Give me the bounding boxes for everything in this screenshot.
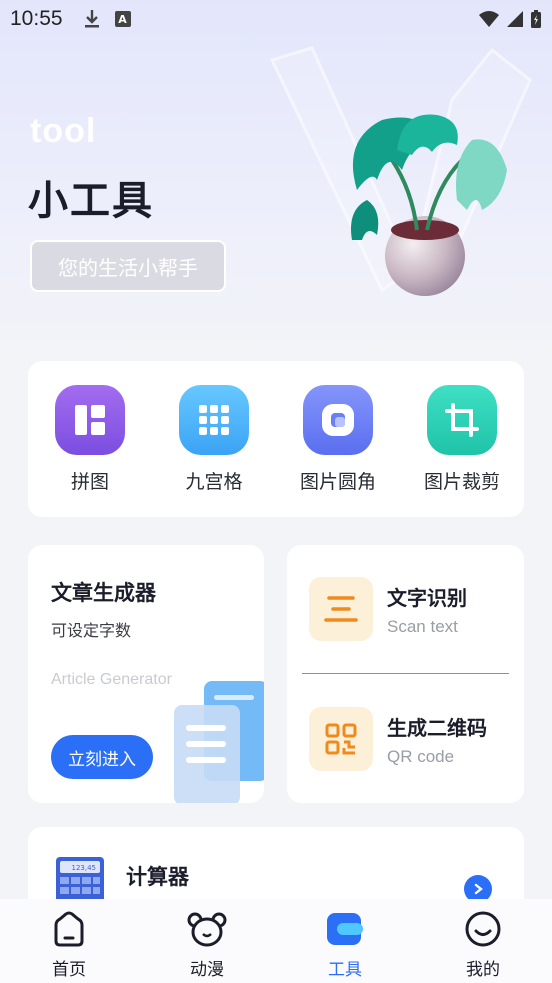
signal-icon xyxy=(507,11,523,27)
qr-subtitle: QR code xyxy=(387,746,455,766)
tool-collage[interactable]: 拼图 xyxy=(35,385,145,517)
battery-icon xyxy=(531,10,541,28)
plant-illustration xyxy=(269,46,532,296)
nav-label: 动漫 xyxy=(190,960,224,980)
grid-nine-icon xyxy=(179,385,249,455)
qr-code-icon xyxy=(309,707,373,771)
tool-rounded-corner[interactable]: 图片圆角 xyxy=(283,385,393,517)
accessibility-a-icon: A xyxy=(114,11,131,27)
wifi-icon xyxy=(479,11,499,27)
tool-crop[interactable]: 图片裁剪 xyxy=(407,385,517,517)
slogan-badge: 您的生活小帮手 xyxy=(30,240,226,292)
bear-icon xyxy=(187,909,227,949)
download-icon xyxy=(83,9,101,29)
bottom-nav: 首页 动漫 工具 我的 xyxy=(0,899,552,983)
status-bar: 10:55 A xyxy=(0,0,552,38)
rounded-corner-icon xyxy=(303,385,373,455)
qr-code-item[interactable]: 生成二维码 QR code xyxy=(309,707,509,771)
article-title: 文章生成器 xyxy=(51,581,156,605)
tool-label: 拼图 xyxy=(70,471,109,493)
ocr-subtitle: Scan text xyxy=(387,616,458,636)
calculator-title: 计算器 xyxy=(126,865,189,889)
tool-label: 图片圆角 xyxy=(299,471,376,493)
home-icon xyxy=(49,909,89,949)
calculator-display: 123,45 xyxy=(72,864,97,872)
nav-tools[interactable]: 工具 xyxy=(285,899,405,983)
nav-profile[interactable]: 我的 xyxy=(423,899,543,983)
tools-icon xyxy=(325,909,365,949)
tools-card: 拼图 九宫格 图片圆角 图片裁剪 xyxy=(28,361,524,517)
hero-tag: tool xyxy=(30,112,97,150)
tool-label: 九宫格 xyxy=(185,471,243,493)
status-time: 10:55 xyxy=(10,7,63,30)
article-english-label: Article Generator xyxy=(51,671,172,688)
nav-label: 首页 xyxy=(52,960,86,980)
collage-icon xyxy=(55,385,125,455)
page-title: 小工具 xyxy=(28,178,154,224)
crop-icon xyxy=(427,385,497,455)
nav-anime[interactable]: 动漫 xyxy=(147,899,267,983)
side-tools-card: 文字识别 Scan text 生成二维码 QR code xyxy=(287,545,524,803)
qr-title: 生成二维码 xyxy=(387,715,487,740)
ocr-title: 文字识别 xyxy=(387,585,467,610)
article-generator-card[interactable]: 文章生成器 可设定字数 Article Generator 立刻进入 xyxy=(28,545,264,803)
text-recognition-item[interactable]: 文字识别 Scan text xyxy=(309,577,509,641)
nav-label: 我的 xyxy=(466,960,500,980)
document-illustration-icon xyxy=(174,681,264,803)
tool-nine-grid[interactable]: 九宫格 xyxy=(159,385,269,517)
divider xyxy=(302,673,509,674)
enter-now-button[interactable]: 立刻进入 xyxy=(51,735,153,779)
nav-home[interactable]: 首页 xyxy=(9,899,129,983)
text-lines-icon xyxy=(309,577,373,641)
nav-label: 工具 xyxy=(328,960,362,980)
smile-profile-icon xyxy=(463,909,503,949)
tool-label: 图片裁剪 xyxy=(423,471,500,493)
article-subtitle: 可设定字数 xyxy=(51,621,132,640)
